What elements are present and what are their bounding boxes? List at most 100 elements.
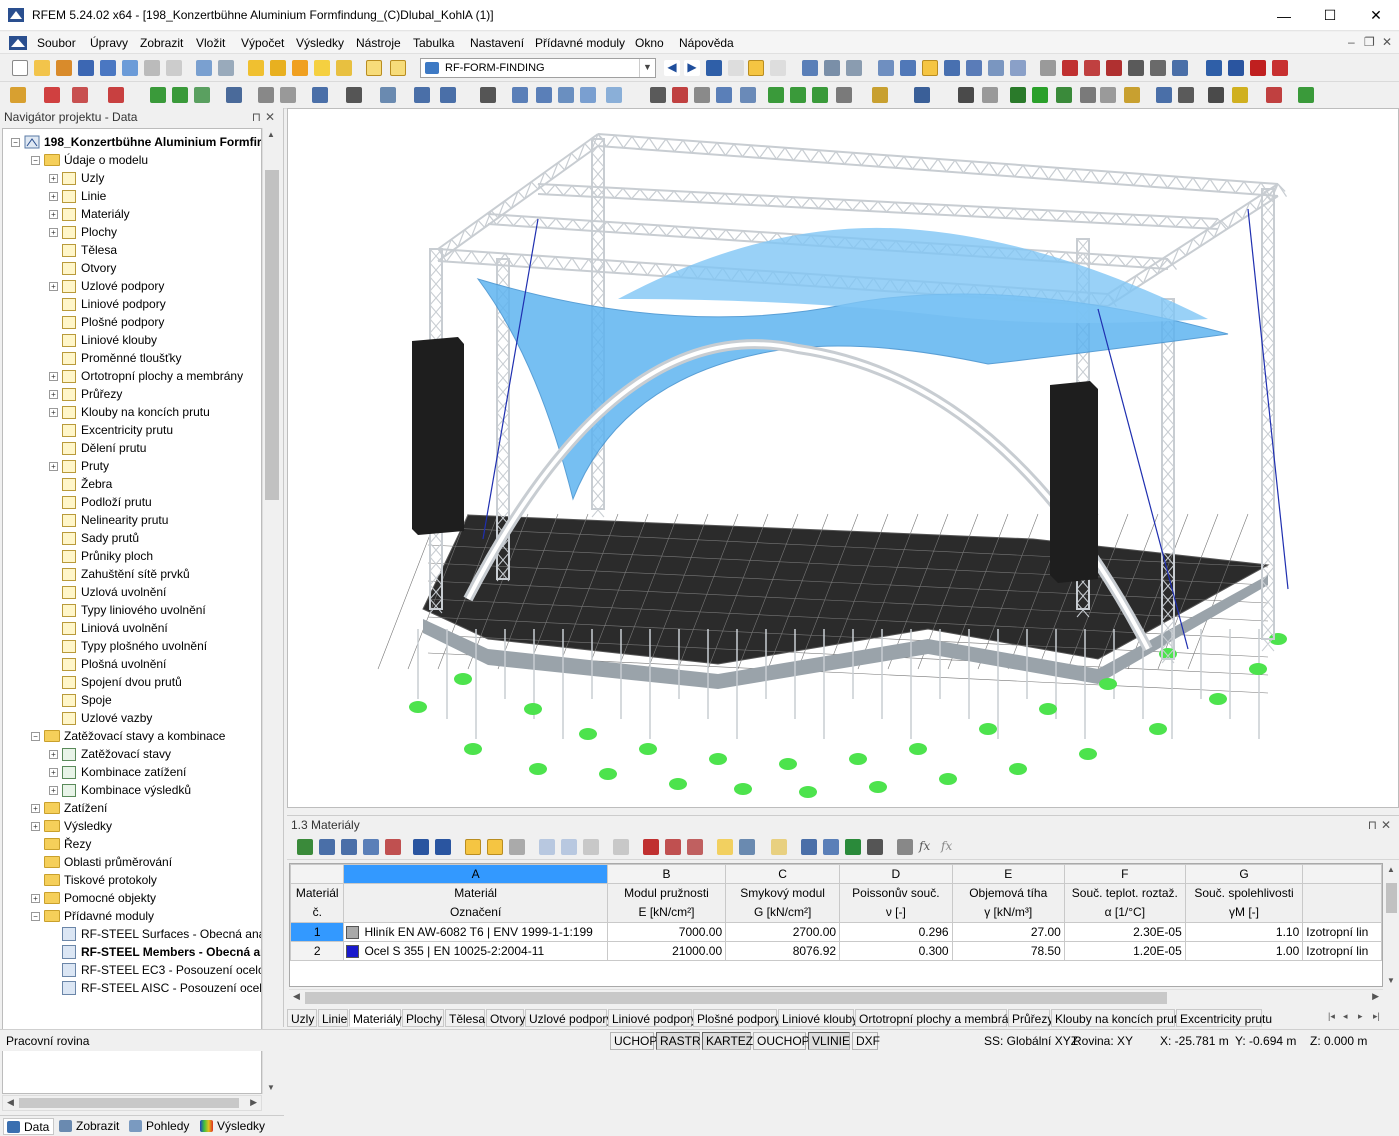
col-letter-h[interactable]: [1302, 864, 1382, 884]
render-icon[interactable]: [1128, 60, 1144, 76]
layer-icon[interactable]: [1056, 87, 1072, 103]
menu-nastroje[interactable]: Nástroje: [356, 36, 401, 50]
sheet-tab[interactable]: Plošné podpory: [693, 1009, 780, 1027]
materials-table[interactable]: A B C D E F G Materiál č. Materiál Označen…: [289, 863, 1383, 987]
tree-item[interactable]: + Uzly: [49, 169, 104, 187]
toggle-vlinie[interactable]: VLINIE: [808, 1032, 850, 1050]
tree-item[interactable]: Typy liniového uvolnění: [49, 601, 206, 619]
tree-item[interactable]: + Pruty: [49, 457, 109, 475]
expand-icon[interactable]: +: [49, 461, 58, 471]
delete-all-icon[interactable]: [643, 839, 659, 855]
material-db-icon[interactable]: [823, 839, 839, 855]
e-modulus-cell[interactable]: 21000.00: [606, 941, 727, 961]
sheet-tab[interactable]: Uzlové podpory: [525, 1009, 612, 1027]
filter-rows-icon[interactable]: [385, 839, 401, 855]
tree-item[interactable]: + Výsledky: [31, 817, 112, 835]
surface-support-icon[interactable]: [194, 87, 210, 103]
axis-z-icon[interactable]: [812, 87, 828, 103]
tree-item[interactable]: + Zatížení: [31, 799, 107, 817]
tree-item[interactable]: Sady prutů: [49, 529, 139, 547]
tree-item[interactable]: Spojení dvou prutů: [49, 673, 182, 691]
sheet-tab[interactable]: Excentricity prutu: [1176, 1009, 1272, 1027]
close-table-icon[interactable]: ✕: [1381, 818, 1391, 832]
result-values-icon[interactable]: [770, 60, 786, 76]
tree-item[interactable]: Zahuštění sítě prvků: [49, 565, 190, 583]
toggle-ouchop[interactable]: OUCHOP: [753, 1032, 810, 1050]
table-vscrollbar[interactable]: ▲ ▼: [1384, 863, 1399, 987]
view-z-icon[interactable]: [988, 60, 1004, 76]
mirror-icon[interactable]: [480, 87, 496, 103]
print-preview-icon[interactable]: [166, 60, 182, 76]
expand-icon[interactable]: +: [49, 191, 58, 201]
columns-icon[interactable]: [739, 839, 755, 855]
tree-item[interactable]: Uzlové vazby: [49, 709, 152, 727]
tree-item[interactable]: Průniky ploch: [49, 547, 153, 565]
axis-y-icon[interactable]: [790, 87, 806, 103]
cut-icon[interactable]: [958, 87, 974, 103]
expand-icon[interactable]: +: [49, 209, 58, 219]
table-scroll-left-icon[interactable]: ◀: [293, 991, 300, 1002]
tree-root[interactable]: − 198_Konzertbühne Aluminium Formfir: [11, 133, 261, 151]
sheet-tab[interactable]: Ortotropní plochy a membrány: [855, 1009, 1021, 1027]
tree-item[interactable]: + Plochy: [49, 223, 117, 241]
measure-icon[interactable]: [1040, 60, 1056, 76]
document-icon[interactable]: [9, 36, 27, 50]
tab-pohledy[interactable]: Pohledy: [126, 1118, 193, 1135]
tree-item[interactable]: Dělení prutu: [49, 439, 146, 457]
generate-icon[interactable]: [606, 87, 622, 103]
section-icon[interactable]: [824, 60, 840, 76]
sheet-tab[interactable]: Otvory: [486, 1009, 525, 1027]
col-letter-a[interactable]: A: [343, 864, 608, 884]
lightning-icon[interactable]: [1232, 87, 1248, 103]
table-toggle-icon[interactable]: [390, 60, 406, 76]
open-archive-icon[interactable]: [56, 60, 72, 76]
wireframe-icon[interactable]: [1150, 60, 1166, 76]
tree-item[interactable]: Proměnné tloušťky: [49, 349, 182, 367]
navigator-hscrollbar[interactable]: ◀ ▶: [2, 1095, 262, 1111]
view-3d-icon[interactable]: [922, 60, 938, 76]
pdf-icon[interactable]: [1250, 60, 1266, 76]
tree-item[interactable]: RF-STEEL Members - Obecná an: [49, 943, 261, 961]
open-folder-icon[interactable]: [34, 60, 50, 76]
highlight-icon[interactable]: [314, 60, 330, 76]
tree-item[interactable]: Oblasti průměrování: [31, 853, 172, 871]
table-icon[interactable]: [1156, 87, 1172, 103]
tab-data[interactable]: Data: [3, 1118, 55, 1135]
library-icon[interactable]: [801, 839, 817, 855]
menu-nastaveni[interactable]: Nastavení: [470, 36, 524, 50]
sheet-tab[interactable]: Klouby na koncích prutu: [1051, 1009, 1184, 1027]
edit-table-icon[interactable]: [297, 839, 313, 855]
safety-factor-cell[interactable]: 1.00: [1184, 941, 1304, 961]
col-letter-d[interactable]: D: [839, 864, 953, 884]
graph-icon[interactable]: [1298, 87, 1314, 103]
materials-grid[interactable]: A B C D E F G Materiál č. Materiál Označen…: [290, 864, 1382, 961]
tree-item[interactable]: Liniová uvolnění: [49, 619, 168, 637]
thermal-cell[interactable]: 2.30E-05: [1063, 922, 1186, 942]
check-icon[interactable]: [650, 87, 666, 103]
tree-item[interactable]: − Údaje o modelu: [31, 151, 148, 169]
mdi-minimize-button[interactable]: –: [1348, 35, 1355, 49]
pin-icon[interactable]: ⊓: [252, 110, 261, 124]
menu-soubor[interactable]: Soubor: [37, 36, 76, 50]
pin-table-icon[interactable]: ⊓: [1368, 818, 1377, 832]
scroll-right-icon[interactable]: ▶: [250, 1097, 257, 1108]
expand-icon[interactable]: +: [49, 281, 58, 291]
collapse-icon[interactable]: −: [11, 137, 20, 147]
paste-row-icon[interactable]: [561, 839, 577, 855]
tree-item[interactable]: Liniové podpory: [49, 295, 166, 313]
align-icon[interactable]: [1010, 87, 1026, 103]
table-scroll-up-icon[interactable]: ▲: [1387, 865, 1395, 874]
tab-zobrazit[interactable]: Zobrazit: [56, 1118, 123, 1135]
polyline-icon[interactable]: [72, 87, 88, 103]
scroll-up-icon[interactable]: ▲: [267, 130, 275, 139]
toggle-rastr[interactable]: RASTR: [656, 1032, 701, 1050]
table-vscroll-thumb[interactable]: [1386, 883, 1397, 913]
section-view-icon[interactable]: [312, 87, 328, 103]
generate-rows-icon[interactable]: [583, 839, 599, 855]
last-tab-icon[interactable]: ▸|: [1373, 1011, 1380, 1022]
tree-item[interactable]: Plošné podpory: [49, 313, 164, 331]
delete-icon[interactable]: [1106, 60, 1122, 76]
analysis-case-select[interactable]: RF-FORM-FINDING ▼: [420, 58, 656, 78]
formula-icon[interactable]: fx: [919, 839, 935, 855]
connect-icon[interactable]: [536, 87, 552, 103]
